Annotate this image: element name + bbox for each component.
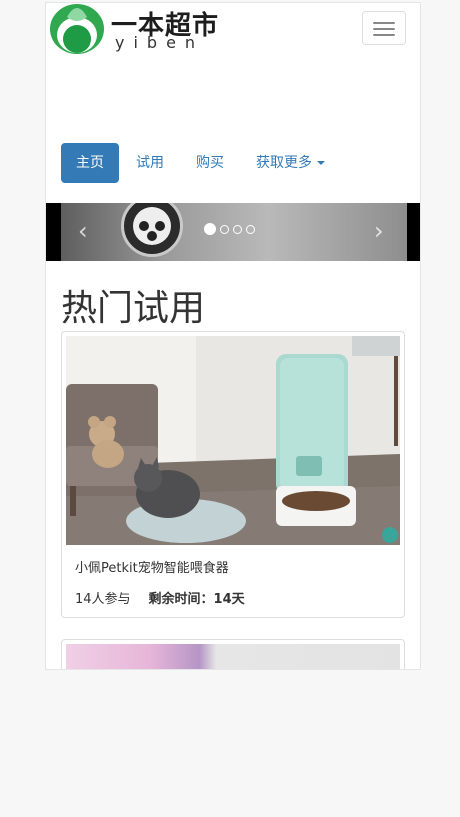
carousel-indicator[interactable] (220, 224, 229, 234)
carousel-indicator[interactable] (204, 223, 216, 235)
carousel: ‹ › (46, 203, 420, 261)
watch-image (121, 203, 183, 257)
carousel-indicators (204, 223, 259, 235)
product-meta: 14人参与 剩余时间：14天 (75, 588, 245, 607)
logo-icon (50, 4, 104, 54)
watch-subdial (139, 221, 149, 231)
carousel-indicator[interactable] (246, 224, 255, 234)
product-card[interactable] (61, 639, 405, 669)
hamburger-icon (373, 28, 395, 30)
remaining-time: 剩余时间：14天 (148, 592, 245, 607)
watch-subdial (155, 221, 165, 231)
nav-item-trial[interactable]: 试用 (121, 143, 179, 183)
chevron-left-icon: ‹ (78, 217, 88, 245)
watch-subdial (147, 231, 157, 241)
product-image[interactable] (66, 644, 400, 669)
product-image[interactable] (66, 336, 400, 545)
brand-logo[interactable]: 一本超市 yiben (49, 3, 219, 55)
nav-item-home[interactable]: 主页 (61, 143, 119, 183)
section-title: 热门试用 (61, 288, 206, 329)
carousel-prev-button[interactable]: ‹ (78, 217, 88, 245)
hamburger-icon (373, 34, 395, 36)
nav-item-more-label: 获取更多 (256, 155, 312, 171)
page-container: 一本超市 yiben 主页 试用 购买 获取更多 ‹ › 热门试用 小佩Petk… (45, 2, 421, 670)
caret-down-icon (317, 161, 325, 165)
product-card[interactable]: 小佩Petkit宠物智能喂食器 14人参与 剩余时间：14天 (61, 331, 405, 618)
nav-item-more[interactable]: 获取更多 (241, 143, 340, 183)
watch-face (133, 207, 171, 245)
hamburger-icon (373, 22, 395, 24)
nav-item-buy[interactable]: 购买 (181, 143, 239, 183)
participant-count: 14人参与 (75, 592, 131, 607)
carousel-indicator[interactable] (233, 224, 242, 234)
pet-feeder-photo (66, 336, 400, 545)
main-nav: 主页 试用 购买 获取更多 (61, 143, 342, 183)
carousel-next-button[interactable]: › (374, 217, 384, 245)
menu-toggle-button[interactable] (362, 11, 406, 45)
brand-name-en: yiben (115, 33, 205, 52)
product-title[interactable]: 小佩Petkit宠物智能喂食器 (75, 557, 229, 576)
chevron-right-icon: › (374, 217, 384, 245)
